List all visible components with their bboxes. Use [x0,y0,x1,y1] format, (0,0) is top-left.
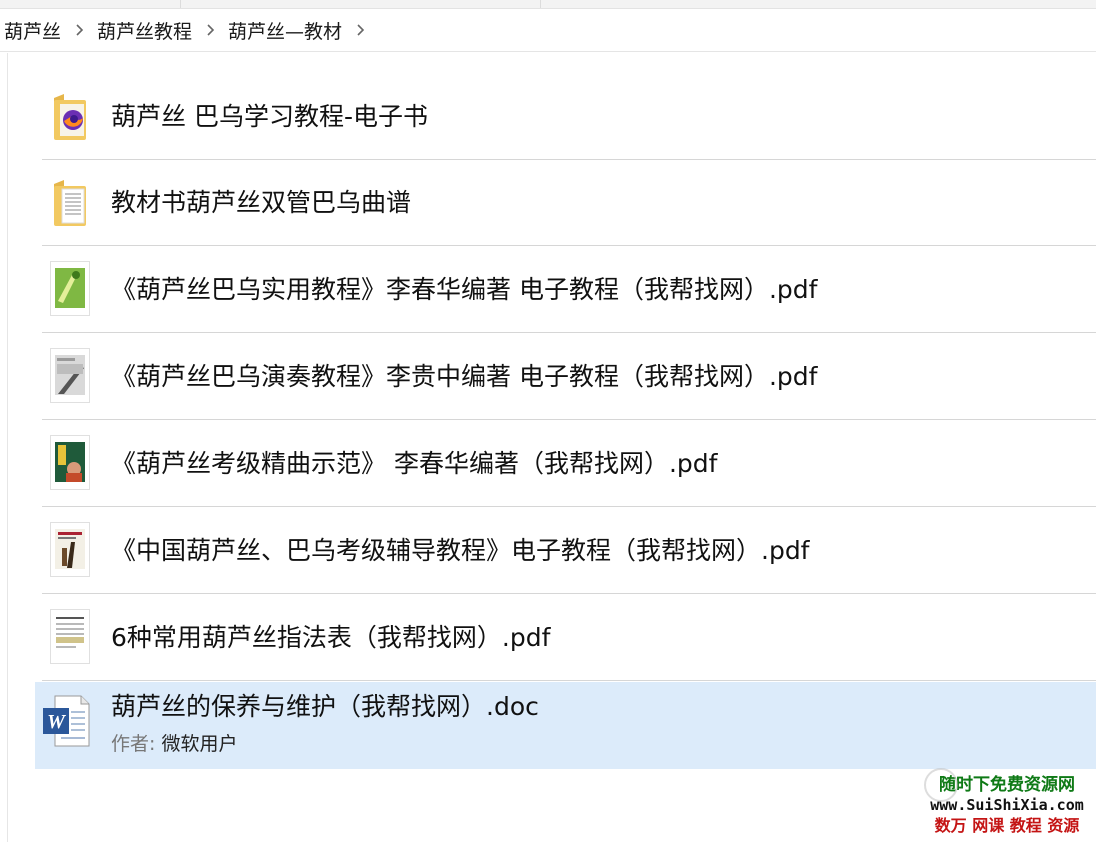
list-item-selected[interactable]: W 葫芦丝的保养与维护（我帮找网）.doc 作者: 微软用户 [35,682,1096,769]
chevron-right-icon[interactable] [61,24,97,36]
file-name: 《葫芦丝考级精曲示范》 李春华编著（我帮找网）.pdf [111,449,718,478]
pdf-thumbnail-icon [50,261,90,316]
breadcrumb-item-1[interactable]: 葫芦丝 [4,17,61,44]
watermark-line-3: 数万 网课 教程 资源 [934,816,1080,835]
list-item[interactable]: 《中国葫芦丝、巴乌考级辅导教程》电子教程（我帮找网）.pdf [42,508,1096,594]
toolbar-segment [0,0,181,8]
breadcrumb: 葫芦丝 葫芦丝教程 葫芦丝—教材 [0,9,1096,52]
list-item[interactable]: 教材书葫芦丝双管巴乌曲谱 [42,160,1096,246]
pdf-thumbnail-icon [50,609,90,664]
svg-text:W: W [47,711,66,733]
breadcrumb-item-3[interactable]: 葫芦丝—教材 [228,17,342,44]
watermark: 随时下免费资源网 www.SuiShiXia.com 数万 网课 教程 资源 [922,768,1092,838]
file-name: 葫芦丝的保养与维护（我帮找网）.doc [111,692,539,721]
list-item[interactable]: 葫芦丝 巴乌学习教程-电子书 [42,74,1096,160]
watermark-ring-icon [924,768,958,802]
list-item[interactable]: 《葫芦丝考级精曲示范》 李春华编著（我帮找网）.pdf [42,421,1096,507]
folder-firefox-icon [54,94,86,140]
pdf-thumbnail-icon [50,522,90,577]
toolbar-segment [180,0,541,8]
word-doc-icon: W [43,695,90,747]
author-value: 微软用户 [161,733,238,755]
pdf-thumbnail-icon [50,348,90,403]
chevron-right-icon[interactable] [192,24,228,36]
file-name: 教材书葫芦丝双管巴乌曲谱 [111,188,412,217]
list-item[interactable]: 《葫芦丝巴乌演奏教程》李贵中编著 电子教程（我帮找网）.pdf [42,334,1096,420]
pane-divider [7,53,8,842]
author-label: 作者: [111,733,156,755]
list-item[interactable]: 《葫芦丝巴乌实用教程》李春华编著 电子教程（我帮找网）.pdf [42,247,1096,333]
file-name: 6种常用葫芦丝指法表（我帮找网）.pdf [111,623,551,652]
file-name: 《葫芦丝巴乌实用教程》李春华编著 电子教程（我帮找网）.pdf [111,275,818,304]
top-toolbar-strip [0,0,1096,9]
chevron-right-icon[interactable] [342,24,378,36]
author-meta: 作者: 微软用户 [111,729,237,756]
file-name: 《葫芦丝巴乌演奏教程》李贵中编著 电子教程（我帮找网）.pdf [111,362,818,391]
breadcrumb-item-2[interactable]: 葫芦丝教程 [97,17,192,44]
pdf-thumbnail-icon [50,435,90,490]
file-name: 葫芦丝 巴乌学习教程-电子书 [111,102,428,131]
list-item[interactable]: 6种常用葫芦丝指法表（我帮找网）.pdf [42,595,1096,681]
file-name: 《中国葫芦丝、巴乌考级辅导教程》电子教程（我帮找网）.pdf [111,536,810,565]
folder-docs-icon [54,180,86,226]
